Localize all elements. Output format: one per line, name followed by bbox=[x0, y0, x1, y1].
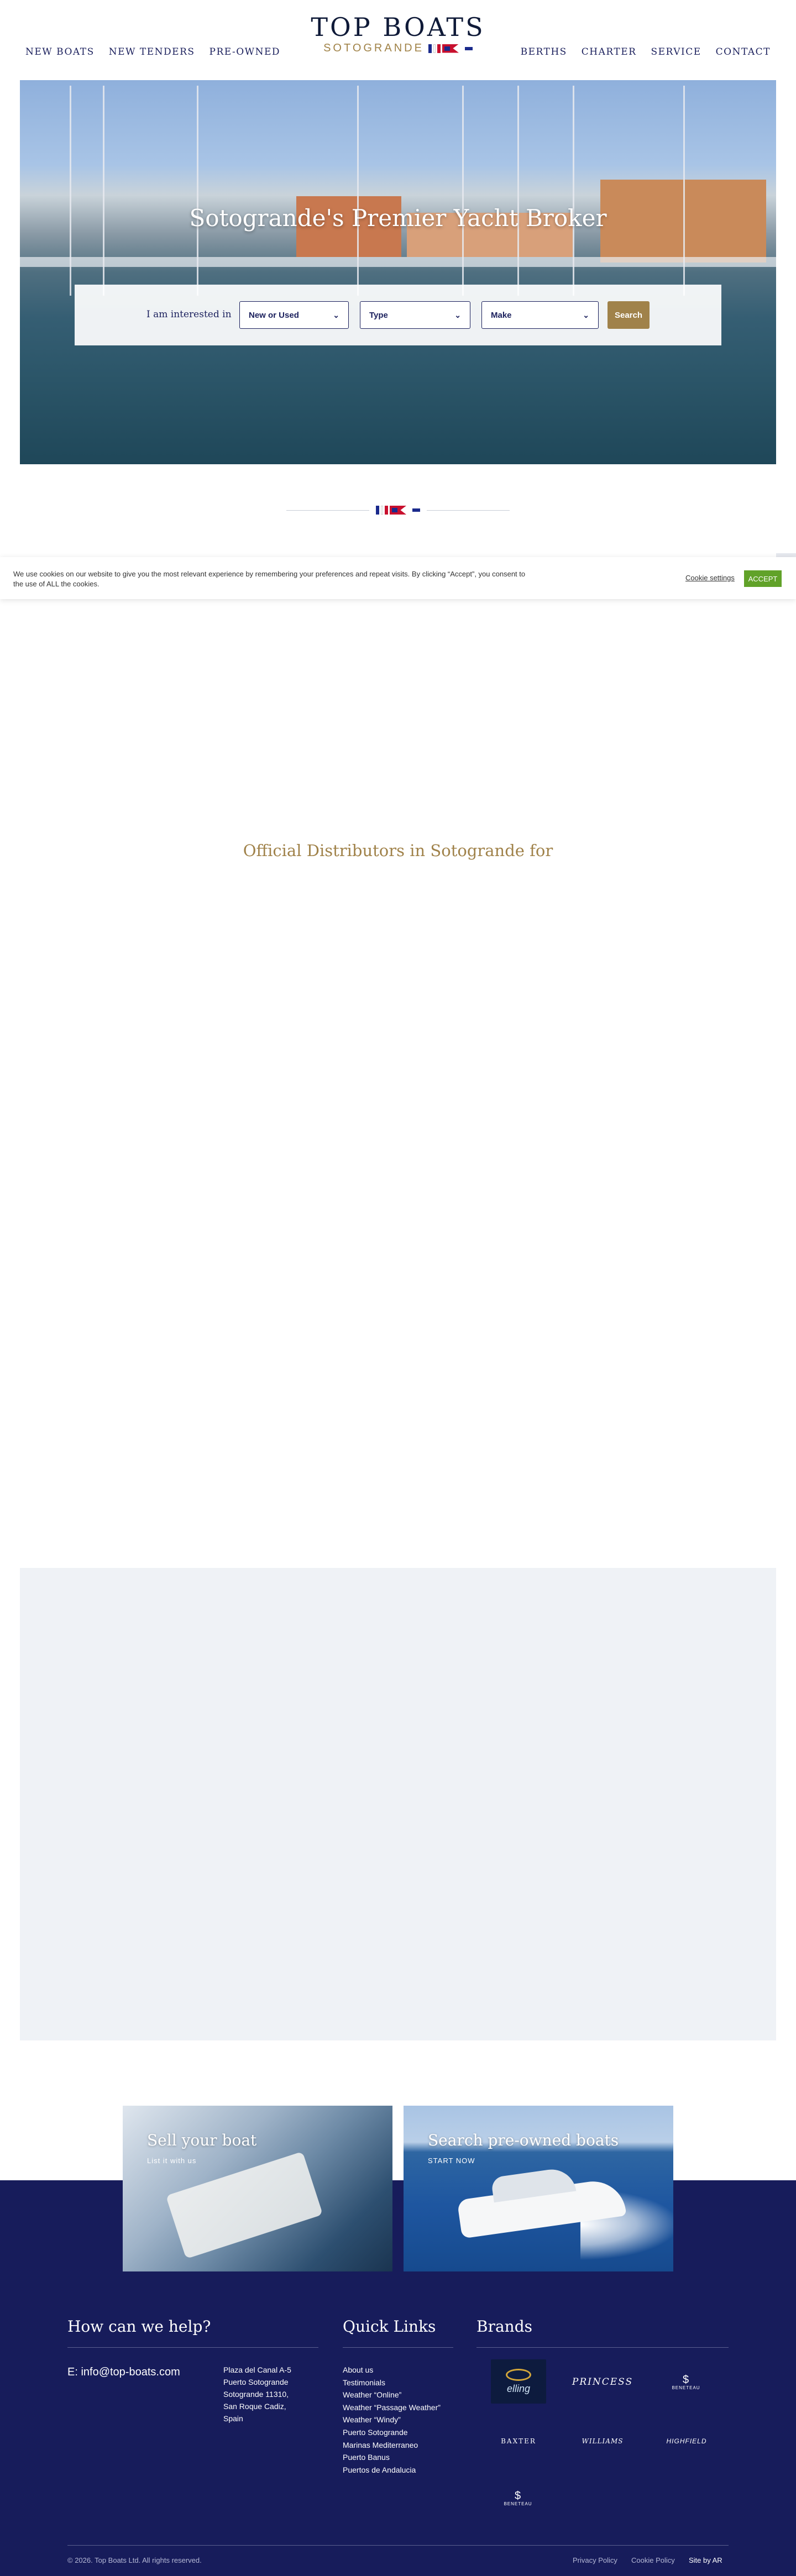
footer-email-link[interactable]: E: info@top-boats.com bbox=[67, 2366, 180, 2379]
nav-contact[interactable]: CONTACT bbox=[716, 46, 771, 57]
address-line: San Roque Cadiz, bbox=[223, 2402, 286, 2411]
sell-boat-subtitle: List it with us bbox=[147, 2157, 197, 2165]
search-label: I am interested in bbox=[146, 309, 232, 320]
make-select-value: Make bbox=[491, 310, 512, 320]
address-line: Sotogrande 11310, bbox=[223, 2390, 289, 2399]
nav-berths[interactable]: BERTHS bbox=[521, 46, 567, 57]
signal-flags-icon bbox=[376, 506, 420, 515]
section-divider bbox=[0, 506, 796, 515]
search-preowned-cta: START NOW bbox=[428, 2157, 475, 2165]
sailing-yacht-image bbox=[165, 2151, 323, 2259]
search-button[interactable]: Search bbox=[608, 301, 650, 329]
quick-links-heading: Quick Links bbox=[343, 2317, 436, 2336]
hero-banner: Sotogrande's Premier Yacht Broker I am i… bbox=[20, 80, 776, 464]
nav-service[interactable]: SERVICE bbox=[651, 46, 701, 57]
chevron-down-icon: ⌄ bbox=[333, 310, 339, 319]
footer-address: Plaza del Canal A-5 Puerto Sotogrande So… bbox=[223, 2364, 291, 2425]
distributors-heading: Official Distributors in Sotogrande for bbox=[243, 841, 553, 860]
address-line: Plaza del Canal A-5 bbox=[223, 2365, 291, 2374]
brands-heading: Brands bbox=[476, 2317, 532, 2336]
cookie-settings-link[interactable]: Cookie settings bbox=[685, 574, 735, 582]
brand-name: elling bbox=[506, 2383, 531, 2394]
signal-flags-icon bbox=[428, 44, 473, 53]
hero-title: Sotogrande's Premier Yacht Broker bbox=[189, 204, 607, 232]
condition-select[interactable]: New or Used ⌄ bbox=[239, 301, 349, 329]
content-placeholder-block bbox=[20, 1568, 776, 2040]
type-select-value: Type bbox=[369, 310, 388, 320]
quick-links-list: About us Testimonials Weather “Online” W… bbox=[343, 2364, 441, 2476]
quick-link-marinas[interactable]: Marinas Mediterraneo bbox=[343, 2439, 441, 2452]
sell-boat-card[interactable]: Sell your boat List it with us bbox=[123, 2106, 392, 2271]
search-preowned-card[interactable]: Search pre-owned boats START NOW bbox=[404, 2106, 673, 2271]
cookie-accept-button[interactable]: ACCEPT bbox=[744, 570, 782, 587]
brand-highfield-logo[interactable]: HIGHFIELD bbox=[659, 2436, 714, 2447]
quick-link-puerto-banus[interactable]: Puerto Banus bbox=[343, 2451, 441, 2464]
privacy-policy-link[interactable]: Privacy Policy bbox=[573, 2556, 617, 2564]
brand-name: PRINCESS bbox=[572, 2376, 633, 2388]
type-select[interactable]: Type ⌄ bbox=[360, 301, 470, 329]
quick-link-weather-windy[interactable]: Weather “Windy” bbox=[343, 2414, 441, 2426]
brand-williams-logo[interactable]: WILLIAMS bbox=[575, 2436, 630, 2447]
cookie-banner: We use cookies on our website to give yo… bbox=[0, 557, 796, 599]
nav-charter[interactable]: CHARTER bbox=[582, 46, 637, 57]
elling-swirl-icon bbox=[506, 2368, 531, 2381]
site-footer: How can we help? E: info@top-boats.com P… bbox=[0, 2180, 796, 2576]
quick-link-puertos-andalucia[interactable]: Puertos de Andalucia bbox=[343, 2464, 441, 2477]
sell-boat-title: Sell your boat bbox=[147, 2131, 257, 2149]
cookie-policy-link[interactable]: Cookie Policy bbox=[631, 2556, 675, 2564]
quick-link-weather-passage[interactable]: Weather “Passage Weather” bbox=[343, 2401, 441, 2414]
copyright-text: © 2026. Top Boats Ltd. All rights reserv… bbox=[67, 2556, 202, 2564]
brand-beneteau-logo[interactable]: $ BENETEAU bbox=[495, 2485, 541, 2511]
quick-link-puerto-sotogrande[interactable]: Puerto Sotogrande bbox=[343, 2426, 441, 2439]
help-heading: How can we help? bbox=[67, 2317, 211, 2336]
brand-elling-logo[interactable]: elling bbox=[491, 2359, 546, 2404]
boat-search-panel: I am interested in New or Used ⌄ Type ⌄ … bbox=[75, 285, 721, 345]
brand-name: BENETEAU bbox=[504, 2501, 532, 2506]
quick-link-testimonials[interactable]: Testimonials bbox=[343, 2376, 441, 2389]
site-header: NEW BOATS NEW TENDERS PRE-OWNED TOP BOAT… bbox=[0, 0, 796, 72]
brand-name: BAXTER bbox=[501, 2437, 536, 2445]
brand-beneteau-logo[interactable]: $ BENETEAU bbox=[663, 2369, 709, 2395]
condition-select-value: New or Used bbox=[249, 310, 299, 320]
logo-title: TOP BOATS bbox=[311, 12, 485, 42]
make-select[interactable]: Make ⌄ bbox=[481, 301, 599, 329]
brand-name: HIGHFIELD bbox=[666, 2437, 707, 2445]
beneteau-s-icon: $ bbox=[514, 2489, 522, 2502]
beneteau-s-icon: $ bbox=[682, 2373, 690, 2386]
brand-princess-logo[interactable]: PRINCESS bbox=[569, 2374, 636, 2390]
brand-baxter-logo[interactable]: BAXTER bbox=[490, 2436, 547, 2447]
quick-link-weather-online[interactable]: Weather “Online” bbox=[343, 2389, 441, 2401]
logo-subtitle: SOTOGRANDE bbox=[323, 42, 424, 54]
chevron-down-icon: ⌄ bbox=[583, 310, 589, 319]
chevron-down-icon: ⌄ bbox=[454, 310, 461, 319]
address-line: Spain bbox=[223, 2414, 243, 2423]
address-line: Puerto Sotogrande bbox=[223, 2378, 289, 2386]
brand-name: WILLIAMS bbox=[582, 2437, 624, 2445]
search-preowned-title: Search pre-owned boats bbox=[428, 2131, 619, 2149]
brand-name: BENETEAU bbox=[672, 2385, 700, 2390]
primary-nav-right: BERTHS CHARTER SERVICE CONTACT bbox=[521, 46, 771, 57]
site-credit-link[interactable]: Site by AR bbox=[689, 2556, 722, 2564]
quick-link-about[interactable]: About us bbox=[343, 2364, 441, 2376]
cookie-text: We use cookies on our website to give yo… bbox=[13, 570, 526, 588]
